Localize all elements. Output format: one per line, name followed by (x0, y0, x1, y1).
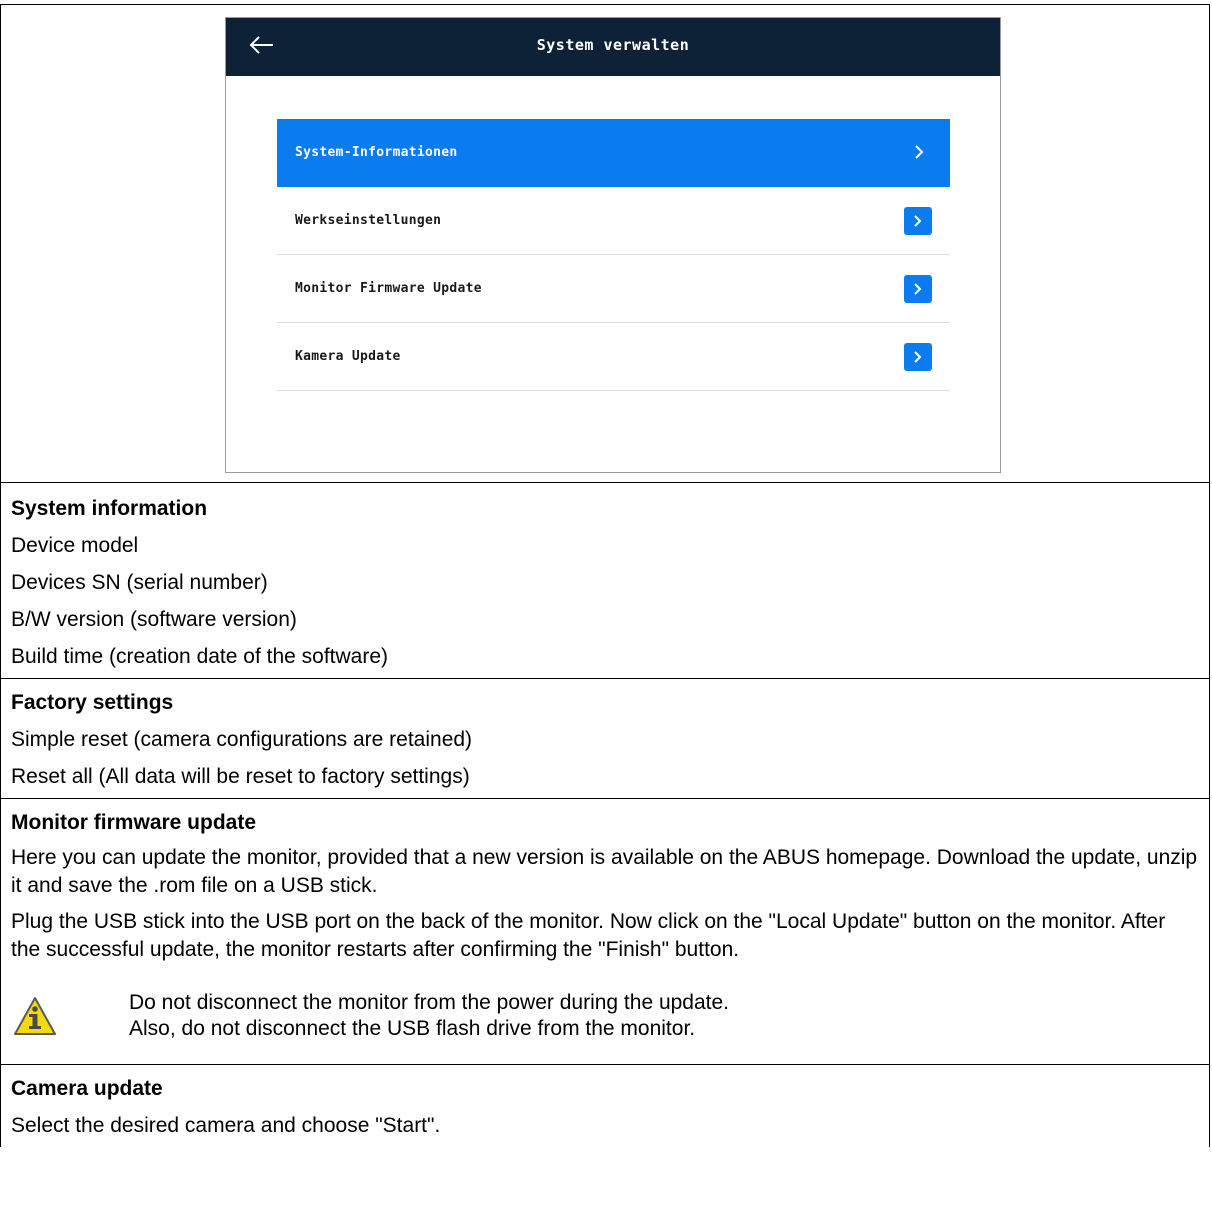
chevron-right-icon (914, 144, 924, 165)
warning-line: Also, do not disconnect the USB flash dr… (129, 1017, 696, 1040)
device-header: System verwalten (226, 18, 1000, 76)
info-warning-icon (14, 997, 56, 1035)
warning-text: Do not disconnect the monitor from the p… (129, 990, 729, 1042)
device-screen: System verwalten System-Informationen We… (225, 17, 1001, 473)
system-info-section: System information Device model Devices … (1, 483, 1209, 679)
menu-item-factory-settings[interactable]: Werkseinstellungen (277, 187, 950, 255)
factory-settings-section: Factory settings Simple reset (camera co… (1, 679, 1209, 799)
info-line: Select the desired camera and choose "St… (11, 1114, 441, 1137)
warning-note: Do not disconnect the monitor from the p… (11, 990, 1199, 1042)
page-title: System verwalten (536, 36, 690, 54)
menu-item-label: Monitor Firmware Update (295, 281, 482, 296)
info-line: Device model (11, 534, 139, 557)
chevron-right-icon[interactable] (904, 343, 932, 371)
monitor-update-section: Monitor firmware update Here you can upd… (1, 799, 1209, 1065)
info-line: Reset all (All data will be reset to fac… (11, 765, 470, 788)
section-title: Monitor firmware update (11, 811, 257, 834)
section-title: System information (11, 497, 208, 520)
menu-item-monitor-firmware[interactable]: Monitor Firmware Update (277, 255, 950, 323)
menu-item-system-info[interactable]: System-Informationen (277, 119, 950, 187)
section-title: Camera update (11, 1077, 163, 1100)
screenshot-row: System verwalten System-Informationen We… (1, 5, 1209, 483)
info-line: Devices SN (serial number) (11, 571, 268, 594)
menu-item-label: System-Informationen (295, 145, 458, 160)
menu-item-camera-update[interactable]: Kamera Update (277, 323, 950, 391)
settings-menu: System-Informationen Werkseinstellungen … (277, 119, 950, 391)
paragraph: Plug the USB stick into the USB port on … (11, 910, 1166, 961)
menu-item-label: Kamera Update (295, 349, 401, 364)
info-line: Simple reset (camera configurations are … (11, 728, 473, 751)
chevron-right-icon[interactable] (904, 207, 932, 235)
paragraph: Here you can update the monitor, provide… (11, 846, 1198, 897)
menu-item-label: Werkseinstellungen (295, 213, 442, 228)
warning-line: Do not disconnect the monitor from the p… (129, 991, 730, 1014)
camera-update-section: Camera update Select the desired camera … (1, 1065, 1209, 1147)
document-table: System verwalten System-Informationen We… (0, 4, 1210, 1147)
section-title: Factory settings (11, 691, 174, 714)
chevron-right-icon[interactable] (904, 275, 932, 303)
info-line: Build time (creation date of the softwar… (11, 645, 389, 668)
info-line: B/W version (software version) (11, 608, 297, 631)
